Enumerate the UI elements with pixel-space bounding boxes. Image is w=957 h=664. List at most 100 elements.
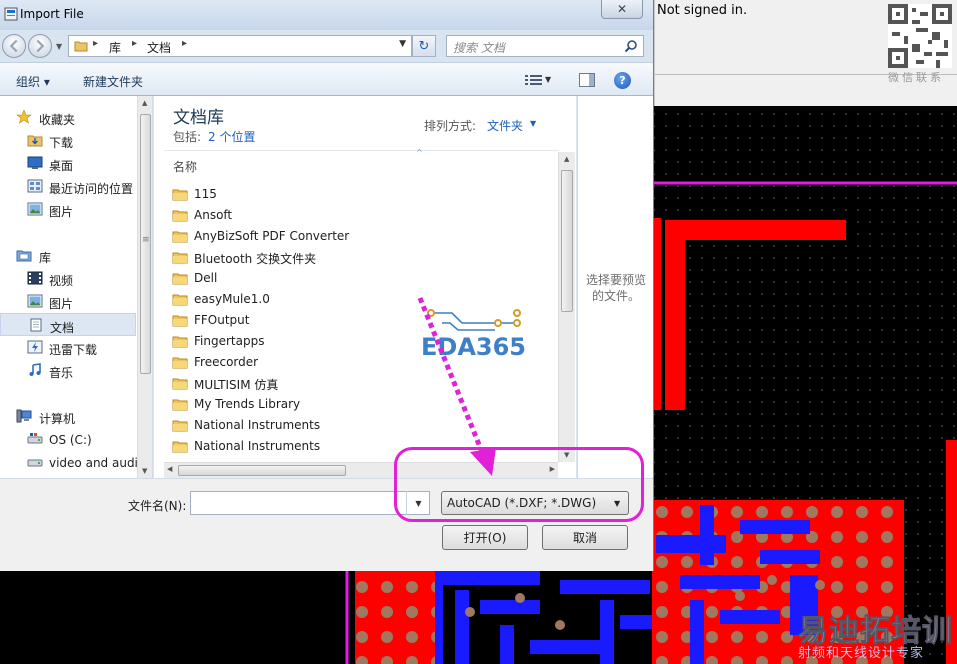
- nav-label: 收藏夹: [39, 113, 76, 127]
- chevron-down-icon[interactable]: ▼: [399, 39, 406, 49]
- file-row[interactable]: 115: [170, 184, 550, 205]
- library-locations-link[interactable]: 2 个位置: [208, 128, 255, 145]
- refresh-icon: ↻: [418, 38, 430, 54]
- nav-group-libraries[interactable]: 库: [0, 244, 136, 267]
- navigation-bar: ▼ ▸ 库 ▸ 文档 ▸ ▼ ↻ 搜索 文档: [0, 30, 653, 62]
- navigation-pane: 收藏夹 下载 桌面 最近访问的位置 图片 库 视频 图片 文档 迅雷下载 音乐 …: [0, 96, 153, 478]
- chevron-right-icon[interactable]: ▸: [132, 38, 137, 49]
- breadcrumb-documents[interactable]: 文档: [147, 39, 171, 56]
- folder-icon: [172, 273, 188, 285]
- nav-item-desktop[interactable]: 桌面: [0, 152, 136, 175]
- nav-item-videos[interactable]: 视频: [0, 267, 136, 290]
- nav-label: 音乐: [49, 366, 74, 380]
- file-list-vertical-scrollbar[interactable]: ▲ ▼: [558, 152, 575, 462]
- thunder-download-icon: [27, 340, 43, 354]
- close-button[interactable]: ✕: [601, 0, 643, 19]
- back-arrow-icon: [9, 39, 18, 53]
- nav-label: video and audi: [49, 456, 138, 470]
- pictures-icon: [27, 202, 43, 216]
- search-icon[interactable]: [624, 39, 638, 53]
- arrange-by-dropdown[interactable]: 文件夹: [487, 117, 523, 134]
- nav-label: 视频: [49, 274, 74, 288]
- sort-ascending-icon: ^: [416, 148, 423, 157]
- highlight-annotation-frame: [394, 447, 644, 522]
- filename-label: 文件名(N):: [128, 499, 187, 513]
- nav-item-video-and-audio-drive[interactable]: video and audi: [0, 451, 138, 474]
- music-icon: [29, 363, 41, 376]
- nav-item-downloads[interactable]: 下载: [0, 129, 136, 152]
- file-name: 115: [194, 187, 217, 201]
- column-header-name[interactable]: 名称: [173, 158, 197, 175]
- drive-icon: [27, 459, 43, 467]
- scroll-left-icon[interactable]: ◀: [167, 465, 172, 473]
- scroll-down-icon[interactable]: ▼: [142, 467, 147, 475]
- nav-group-favorites[interactable]: 收藏夹: [0, 106, 136, 129]
- file-name: Fingertapps: [194, 334, 265, 348]
- recent-pages-dropdown[interactable]: ▼: [56, 42, 62, 51]
- file-name: MULTISIM 仿真: [194, 378, 279, 392]
- nav-item-pictures[interactable]: 图片: [0, 198, 136, 221]
- address-bar[interactable]: ▸ 库 ▸ 文档 ▸ ▼: [68, 35, 412, 57]
- nav-item-pictures[interactable]: 图片: [0, 290, 136, 313]
- file-name: AnyBizSoft PDF Converter: [194, 229, 350, 243]
- folder-icon: [74, 41, 88, 52]
- forward-button[interactable]: [28, 34, 52, 58]
- file-row[interactable]: Bluetooth 交换文件夹: [170, 247, 550, 268]
- dialog-title-bar[interactable]: Import File ✕: [0, 0, 653, 30]
- documents-icon: [30, 318, 42, 332]
- recent-places-icon: [27, 179, 43, 193]
- file-row[interactable]: MULTISIM 仿真: [170, 373, 550, 394]
- nav-item-documents[interactable]: 文档: [0, 313, 136, 336]
- chevron-right-icon[interactable]: ▸: [182, 38, 187, 49]
- folder-icon: [172, 231, 188, 243]
- back-button[interactable]: [2, 34, 26, 58]
- preview-pane-button[interactable]: [579, 73, 595, 87]
- file-row[interactable]: My Trends Library: [170, 394, 550, 415]
- nav-label: 桌面: [49, 159, 74, 173]
- nav-label: 库: [39, 251, 52, 265]
- chevron-right-icon: ▸: [93, 38, 99, 49]
- command-toolbar: 组织 ▾ 新建文件夹 ▼ ?: [0, 62, 653, 96]
- nav-item-recent-places[interactable]: 最近访问的位置: [0, 175, 136, 198]
- search-input[interactable]: 搜索 文档: [446, 35, 644, 57]
- file-name: National Instruments: [194, 418, 321, 432]
- nav-item-os-drive[interactable]: OS (C:): [0, 428, 136, 451]
- nav-item-music[interactable]: 音乐: [0, 359, 136, 382]
- library-title: 文档库: [173, 108, 224, 128]
- refresh-button[interactable]: ↻: [412, 35, 436, 57]
- app-icon: [4, 7, 18, 21]
- nav-pane-scrollbar[interactable]: ▲ ▼: [137, 96, 152, 478]
- folder-icon: [172, 441, 188, 453]
- nav-label: 下载: [49, 136, 74, 150]
- chevron-down-icon[interactable]: ▼: [530, 119, 536, 128]
- open-button[interactable]: 打开(O): [442, 525, 528, 550]
- scrollbar-thumb[interactable]: [561, 170, 573, 312]
- chevron-down-icon[interactable]: ▼: [545, 75, 551, 84]
- scrollbar-thumb[interactable]: [140, 114, 151, 374]
- preview-placeholder-text: 选择要预览的文件。: [585, 273, 646, 303]
- view-options-icon[interactable]: [524, 73, 544, 87]
- file-row[interactable]: National Instruments: [170, 415, 550, 436]
- scrollbar-thumb[interactable]: [178, 465, 346, 476]
- file-row[interactable]: Ansoft: [170, 205, 550, 226]
- breadcrumb-libraries[interactable]: 库: [109, 39, 121, 56]
- file-row[interactable]: AnyBizSoft PDF Converter: [170, 226, 550, 247]
- cancel-button[interactable]: 取消: [542, 525, 628, 550]
- scroll-up-icon[interactable]: ▲: [564, 155, 569, 163]
- eda365-logo-text: EDA365: [421, 333, 526, 361]
- nav-label: 文档: [50, 321, 75, 335]
- new-folder-button[interactable]: 新建文件夹: [83, 73, 143, 90]
- file-list-pane: 文档库 包括: 2 个位置 排列方式: 文件夹 ▼ ^ 名称 115 Ansoft…: [154, 96, 576, 478]
- organize-menu[interactable]: 组织 ▾: [16, 73, 50, 90]
- close-icon: ✕: [616, 2, 628, 16]
- drive-icon: [27, 433, 43, 444]
- folder-icon: [172, 378, 188, 390]
- help-button[interactable]: ?: [614, 72, 631, 89]
- scroll-up-icon[interactable]: ▲: [142, 99, 147, 107]
- file-name: My Trends Library: [194, 397, 301, 411]
- file-row[interactable]: Dell: [170, 268, 550, 289]
- libraries-icon: [16, 250, 32, 262]
- nav-group-computer[interactable]: 计算机: [0, 405, 136, 428]
- nav-item-thunder-downloads[interactable]: 迅雷下载: [0, 336, 136, 359]
- folder-icon: [172, 252, 188, 264]
